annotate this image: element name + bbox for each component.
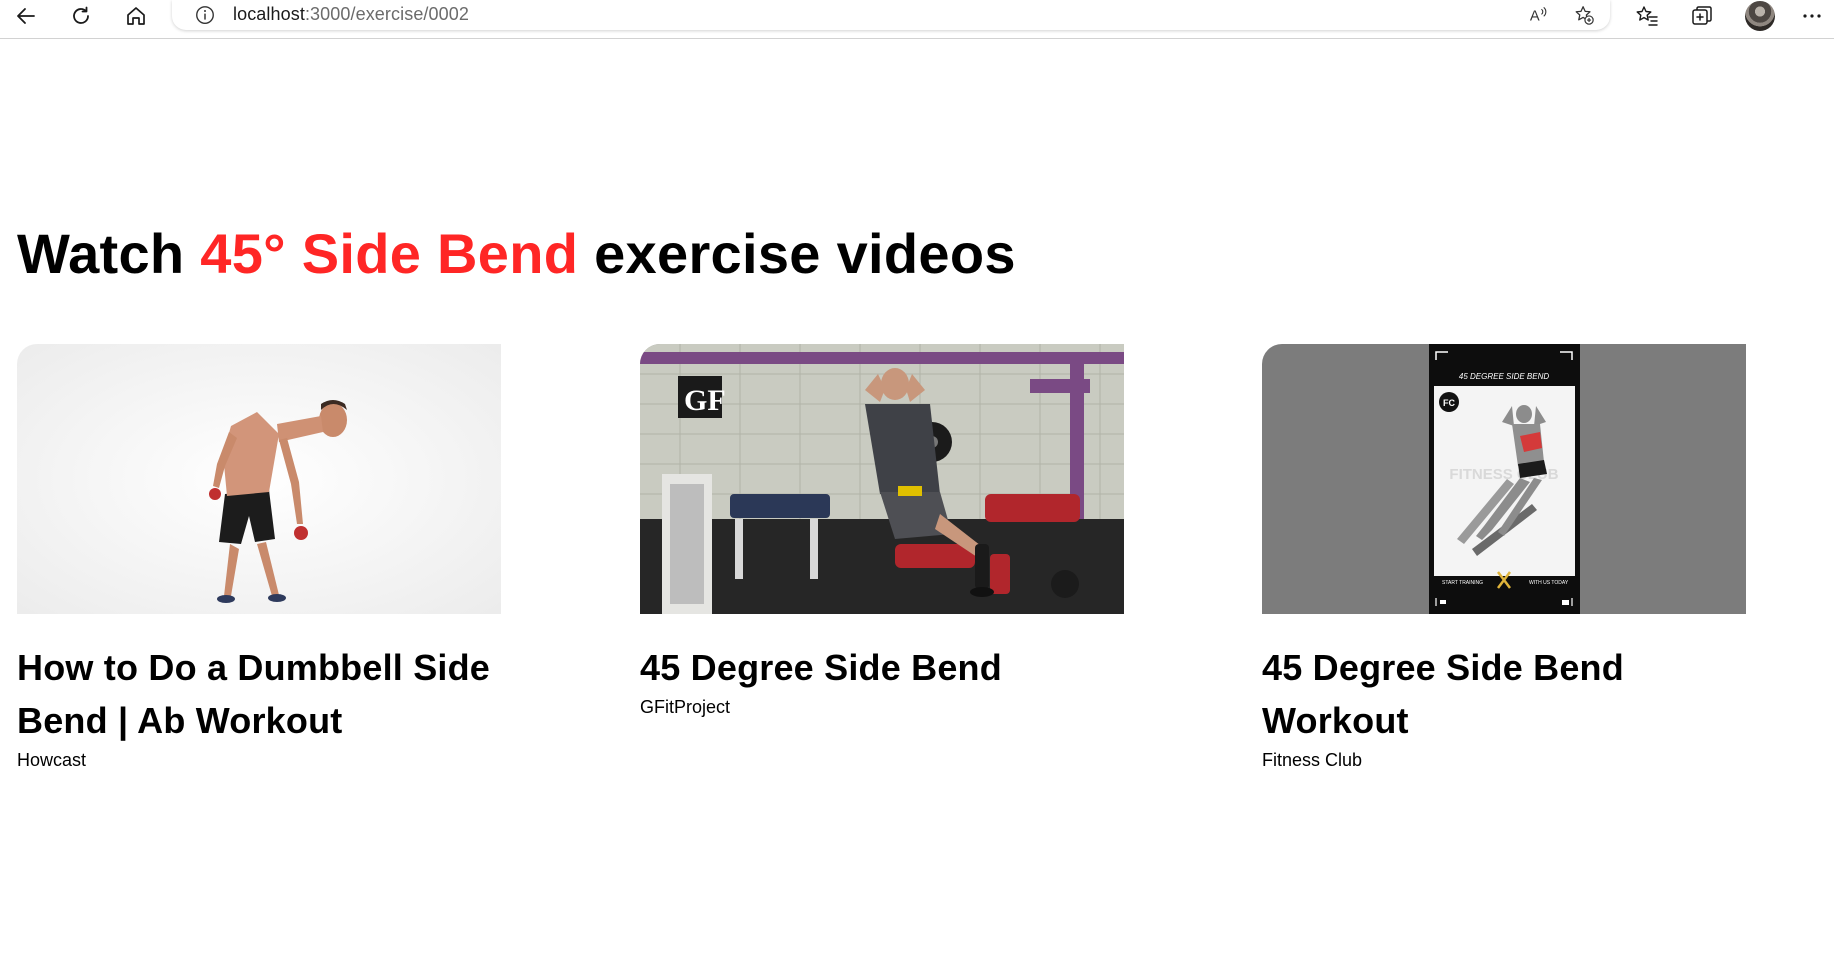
read-aloud-icon[interactable]: A xyxy=(1524,2,1554,28)
back-arrow-icon[interactable] xyxy=(10,2,42,30)
exercise-name-highlight: 45° Side Bend xyxy=(200,222,579,285)
page-title: Watch 45° Side Bend exercise videos xyxy=(17,226,1016,282)
thumbnail-fitness-club: 45 DEGREE SIDE BEND FC FITNESS CLUB STAR… xyxy=(1262,344,1746,614)
collections-icon[interactable] xyxy=(1686,2,1718,30)
browser-toolbar: localhost:3000/exercise/0002 A xyxy=(0,0,1834,39)
heading-prefix: Watch xyxy=(17,222,201,285)
video-channel: Howcast xyxy=(17,750,87,770)
video-thumbnail[interactable] xyxy=(17,344,501,614)
thumbnail-dumbbell-side-bend xyxy=(17,344,501,614)
add-favorite-icon[interactable] xyxy=(1569,2,1599,28)
favorites-icon[interactable] xyxy=(1631,2,1663,30)
video-card[interactable]: 45 DEGREE SIDE BEND FC FITNESS CLUB STAR… xyxy=(1262,344,1746,773)
svg-text:A: A xyxy=(1530,9,1540,25)
video-title[interactable]: How to Do a Dumbbell Side Bend | Ab Work… xyxy=(17,641,501,747)
profile-avatar[interactable] xyxy=(1745,1,1775,31)
home-icon[interactable] xyxy=(120,2,152,30)
info-icon[interactable] xyxy=(193,3,217,27)
heading-suffix: exercise videos xyxy=(578,222,1016,285)
thumb-top-banner: 45 DEGREE SIDE BEND xyxy=(1459,372,1549,381)
more-icon[interactable] xyxy=(1796,2,1828,30)
video-thumbnail[interactable]: GF xyxy=(640,344,1124,614)
url-path: :3000/exercise/0002 xyxy=(304,4,469,24)
video-channel: Fitness Club xyxy=(1262,750,1363,770)
thumbnail-gym-side-bend: GF xyxy=(640,344,1124,614)
refresh-icon[interactable] xyxy=(65,2,97,30)
address-bar[interactable]: localhost:3000/exercise/0002 A xyxy=(172,0,1610,30)
thumb-badge: FC xyxy=(1443,398,1455,408)
url-host: localhost xyxy=(233,4,305,24)
thumb-bottom-right-text: WITH US TODAY xyxy=(1529,580,1569,586)
video-card[interactable]: How to Do a Dumbbell Side Bend | Ab Work… xyxy=(17,344,501,773)
video-title[interactable]: 45 Degree Side Bend Workout xyxy=(1262,641,1746,747)
url-text[interactable]: localhost:3000/exercise/0002 xyxy=(233,4,469,25)
video-channel: GFitProject xyxy=(640,697,731,717)
svg-text:GF: GF xyxy=(684,384,726,417)
video-thumbnail[interactable]: 45 DEGREE SIDE BEND FC FITNESS CLUB STAR… xyxy=(1262,344,1746,614)
video-title[interactable]: 45 Degree Side Bend xyxy=(640,641,1124,694)
video-card[interactable]: GF 45 Degree Side Bend GFitProject xyxy=(640,344,1124,720)
thumb-bottom-left-text: START TRAINING xyxy=(1442,580,1483,586)
